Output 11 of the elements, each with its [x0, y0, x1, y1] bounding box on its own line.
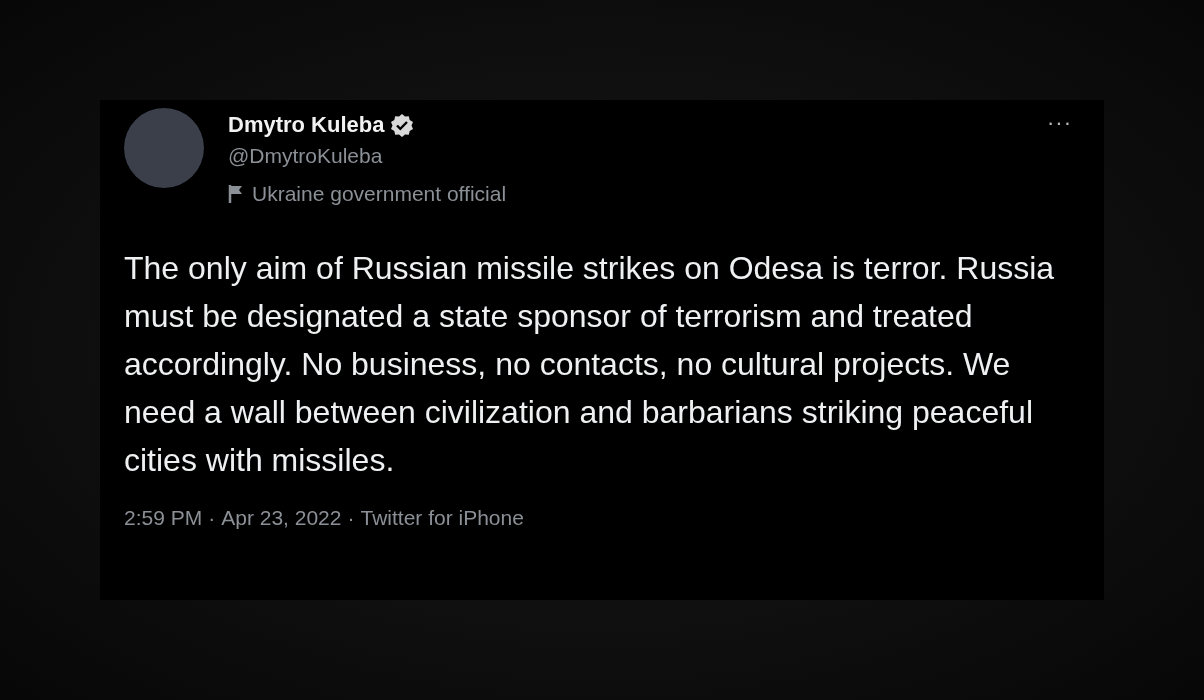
tweet-date[interactable]: Apr 23, 2022 — [221, 506, 342, 530]
more-options-icon[interactable]: ··· — [1047, 110, 1072, 136]
account-label: Ukraine government official — [252, 182, 507, 206]
author-name[interactable]: Dmytro Kuleba — [228, 112, 385, 138]
tweet-source[interactable]: Twitter for iPhone — [360, 506, 524, 530]
author-handle[interactable]: @DmytroKuleba — [228, 144, 1023, 168]
tweet-time[interactable]: 2:59 PM — [124, 506, 203, 530]
tweet-text: The only aim of Russian missile strikes on Odesa is terror. Russia must be designated a state sponsor of terrorism and treated accordingly. No business, no contacts, no cultural projects. We need a wall between civilization and barbarians striking peaceful cities with missiles. — [124, 249, 1056, 480]
flag-icon — [228, 184, 244, 204]
separator-dot: · — [208, 506, 216, 530]
separator-dot: · — [347, 506, 355, 530]
